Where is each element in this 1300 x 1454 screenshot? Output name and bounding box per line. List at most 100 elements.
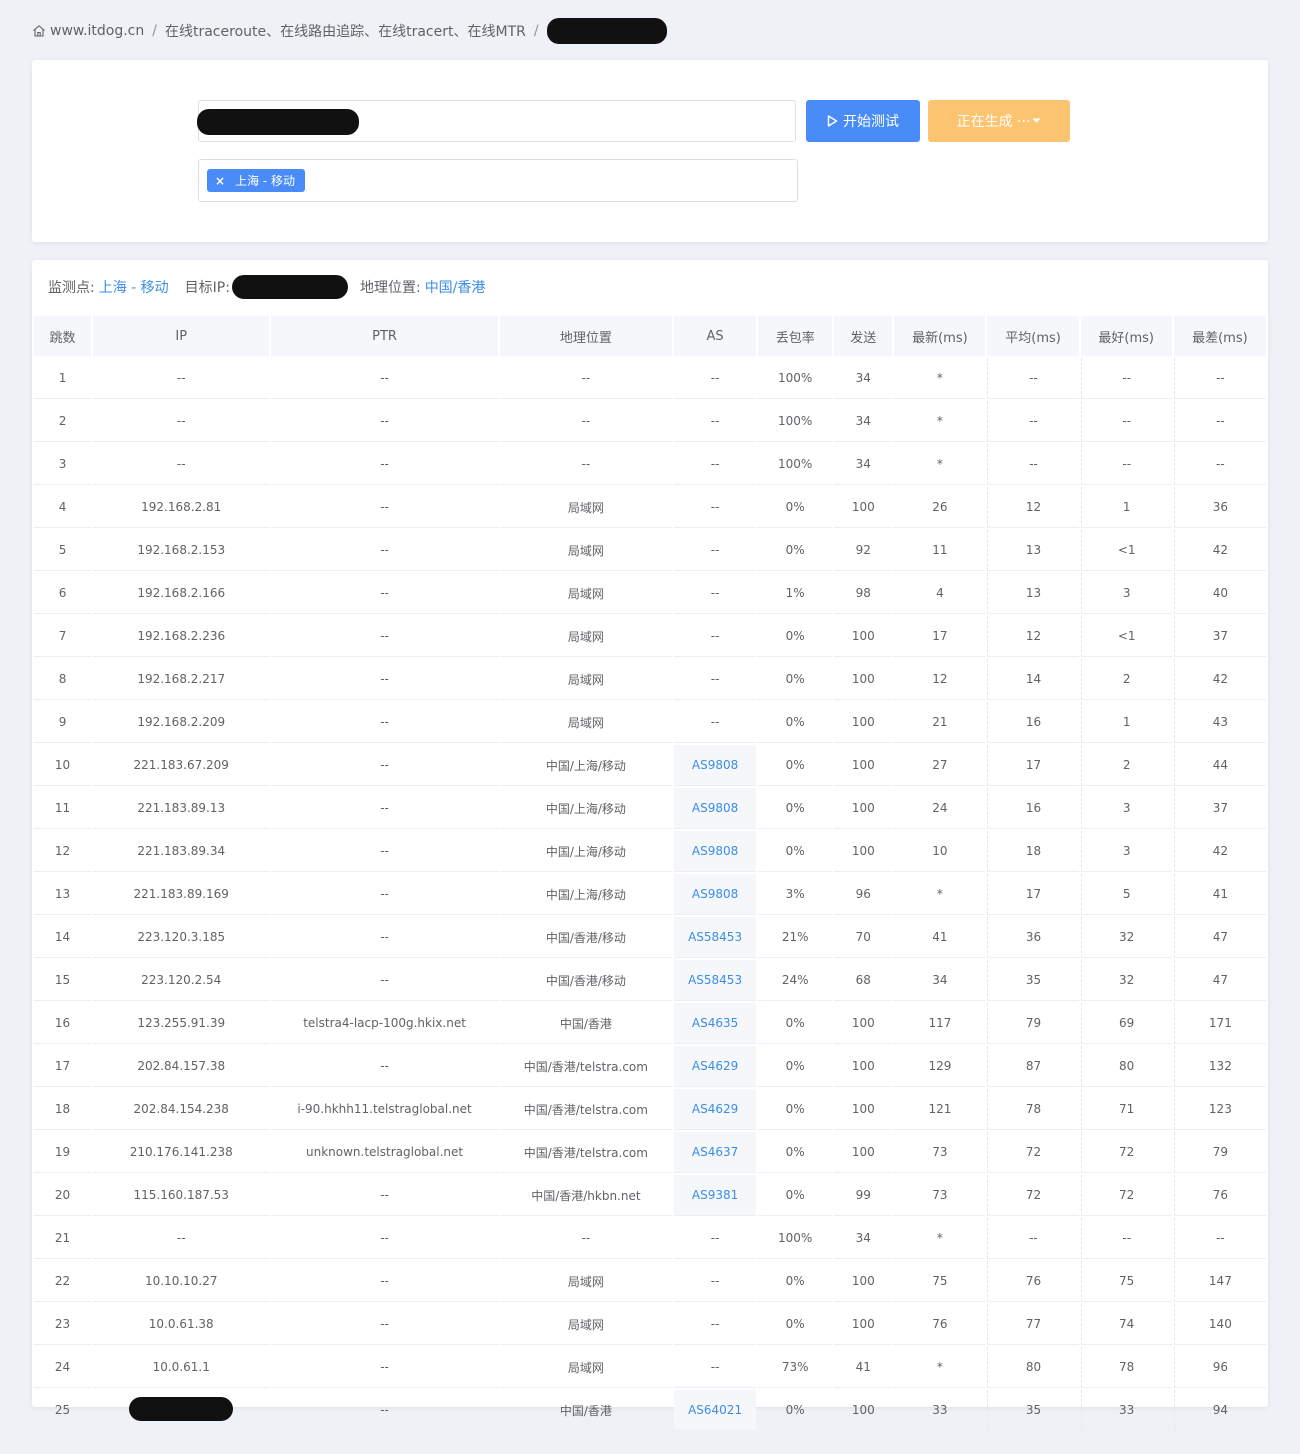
cell-sent: 100: [834, 702, 893, 743]
cell-worst: 132: [1173, 1046, 1266, 1087]
cell-sent: 100: [834, 487, 893, 528]
cell-best: --: [1080, 401, 1172, 442]
cell-ip: --: [93, 401, 270, 442]
cell-sent: 100: [834, 788, 893, 829]
cell-best: 69: [1080, 1003, 1172, 1044]
cell-ptr: --: [271, 616, 498, 657]
cell-hop: 1: [34, 358, 92, 399]
cell-sent: 100: [834, 1132, 893, 1173]
cell-as[interactable]: AS4629: [674, 1089, 757, 1130]
cell-ip: 10.0.61.38: [93, 1304, 270, 1345]
cell-last: 76: [894, 1304, 986, 1345]
cell-best: 3: [1080, 831, 1172, 872]
cell-worst: 42: [1173, 530, 1266, 571]
cell-as[interactable]: AS9381: [674, 1175, 757, 1216]
cell-ip: 192.168.2.81: [93, 487, 270, 528]
cell-ptr: --: [271, 1046, 498, 1087]
cell-best: <1: [1080, 530, 1172, 571]
cell-sent: 100: [834, 1261, 893, 1302]
cell-ptr: --: [271, 917, 498, 958]
generating-dropdown-button[interactable]: 正在生成 ···: [928, 100, 1070, 142]
table-row: 16 123.255.91.39 telstra4-lacp-100g.hkix.n…: [34, 1003, 1266, 1044]
cell-loss: 100%: [758, 358, 833, 399]
cell-ptr: --: [271, 573, 498, 614]
cell-hop: 16: [34, 1003, 92, 1044]
host-input[interactable]: [197, 100, 796, 142]
cell-ptr: --: [271, 487, 498, 528]
cell-loss: 0%: [758, 788, 833, 829]
cell-ip: 221.183.89.13: [93, 788, 270, 829]
table-row: 1 -- -- -- -- 100% 34 * -- -- --: [34, 358, 1266, 399]
cell-sent: 100: [834, 1390, 893, 1431]
cell-ip: --: [93, 1218, 270, 1259]
cell-avg: 12: [987, 487, 1079, 528]
table-row: 7 192.168.2.236 -- 局域网 -- 0% 100 17 12 <1 37: [34, 616, 1266, 657]
cell-hop: 15: [34, 960, 92, 1001]
cell-ptr: --: [271, 358, 498, 399]
cell-loss: 0%: [758, 530, 833, 571]
redacted-ip: [129, 1396, 234, 1421]
cell-as[interactable]: AS4629: [674, 1046, 757, 1087]
cell-worst: 96: [1173, 1347, 1266, 1388]
cell-best: --: [1080, 1218, 1172, 1259]
cell-as[interactable]: AS9808: [674, 874, 757, 915]
start-test-button[interactable]: 开始测试: [806, 100, 920, 142]
cell-ptr: --: [271, 960, 498, 1001]
table-row: 20 115.160.187.53 -- 中国/香港/hkbn.net AS9381 0%…: [34, 1175, 1266, 1216]
cell-as[interactable]: AS4637: [674, 1132, 757, 1173]
cell-ptr: --: [271, 1261, 498, 1302]
cell-as[interactable]: AS58453: [674, 917, 757, 958]
cell-avg: 16: [987, 702, 1079, 743]
cell-sent: 34: [834, 1218, 893, 1259]
node-select[interactable]: × 上海 - 移动: [198, 159, 798, 202]
cell-hop: 21: [34, 1218, 92, 1259]
column-header-best: 最好(ms): [1080, 316, 1172, 356]
cell-hop: 3: [34, 444, 92, 485]
column-header-sent: 发送: [834, 316, 893, 356]
cell-loss: 3%: [758, 874, 833, 915]
cell-avg: 17: [987, 874, 1079, 915]
cell-as[interactable]: AS4635: [674, 1003, 757, 1044]
breadcrumb-current-link[interactable]: 在线traceroute、在线路由追踪、在线tracert、在线MTR: [165, 21, 526, 41]
cell-ptr: --: [271, 659, 498, 700]
table-body: 1 -- -- -- -- 100% 34 * -- -- -- 2 -- -- -- -- 100% 34 * --…: [34, 358, 1266, 1431]
caret-down-icon: [1032, 118, 1041, 123]
cell-geo: 局域网: [499, 616, 673, 657]
column-header-ptr: PTR: [271, 316, 498, 356]
close-icon[interactable]: ×: [215, 174, 225, 188]
cell-sent: 34: [834, 358, 893, 399]
home-icon: [33, 25, 45, 37]
cell-geo: 中国/上海/移动: [499, 788, 673, 829]
cell-ptr: --: [271, 1218, 498, 1259]
cell-hop: 2: [34, 401, 92, 442]
cell-best: <1: [1080, 616, 1172, 657]
cell-hop: 14: [34, 917, 92, 958]
cell-as[interactable]: AS58453: [674, 960, 757, 1001]
cell-sent: 100: [834, 1089, 893, 1130]
table-row: 10 221.183.67.209 -- 中国/上海/移动 AS9808 0% 100 27 1…: [34, 745, 1266, 786]
breadcrumb-home-link[interactable]: www.itdog.cn: [50, 23, 144, 39]
cell-as[interactable]: AS9808: [674, 831, 757, 872]
table-row: 2 -- -- -- -- 100% 34 * -- -- --: [34, 401, 1266, 442]
traceroute-table: 跳数 IP PTR 地理位置 AS 丢包率 发送 最新(ms) 平均(ms) 最好(ms) 最差(m…: [32, 314, 1268, 1433]
cell-loss: 100%: [758, 444, 833, 485]
cell-hop: 18: [34, 1089, 92, 1130]
cell-hop: 23: [34, 1304, 92, 1345]
cell-ip: --: [93, 444, 270, 485]
table-row: 17 202.84.157.38 -- 中国/香港/telstra.com AS4629…: [34, 1046, 1266, 1087]
cell-loss: 0%: [758, 487, 833, 528]
column-header-worst: 最差(ms): [1173, 316, 1266, 356]
cell-geo: 局域网: [499, 530, 673, 571]
cell-as[interactable]: AS9808: [674, 745, 757, 786]
cell-loss: 0%: [758, 1003, 833, 1044]
cell-ip: 192.168.2.153: [93, 530, 270, 571]
node-label: 监测点:: [48, 280, 95, 296]
cell-as[interactable]: AS9808: [674, 788, 757, 829]
cell-worst: 171: [1173, 1003, 1266, 1044]
cell-ip: 192.168.2.217: [93, 659, 270, 700]
cell-ip: 221.183.67.209: [93, 745, 270, 786]
cell-best: 5: [1080, 874, 1172, 915]
cell-as[interactable]: AS64021: [674, 1390, 757, 1431]
cell-avg: 35: [987, 960, 1079, 1001]
cell-hop: 5: [34, 530, 92, 571]
